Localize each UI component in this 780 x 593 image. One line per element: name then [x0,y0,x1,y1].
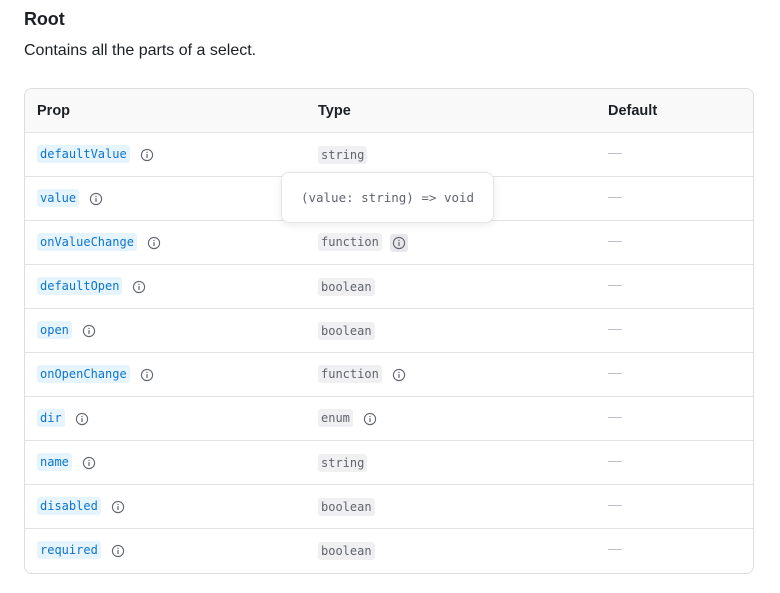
default-cell: — [596,176,753,221]
prop-name: defaultValue [37,144,130,163]
default-value: — [608,539,622,556]
prop-cell: dir [25,396,306,441]
table-row: onOpenChange function — [25,352,753,397]
table-row: name string — [25,440,753,485]
prop-name: dir [37,408,65,427]
prop-cell: defaultOpen [25,264,306,309]
section-description: Contains all the parts of a select. [24,42,257,59]
type-value: enum [318,408,353,427]
table-row: onValueChange function — [25,220,753,265]
info-icon[interactable] [109,498,127,516]
type-info-icon[interactable] [390,366,408,384]
prop-cell: disabled [25,484,306,529]
default-value: — [608,187,622,204]
prop-name: onOpenChange [37,364,130,383]
type-info-icon[interactable] [389,233,408,252]
page: Root Contains all the parts of a select.… [0,0,780,593]
default-value: — [608,451,622,468]
type-cell: function [306,352,596,397]
prop-name: disabled [37,496,101,515]
default-cell: — [596,484,753,529]
info-icon[interactable] [80,322,98,340]
header-default: Default [596,89,753,133]
table-row: defaultOpen boolean — [25,264,753,309]
header-prop: Prop [25,89,306,133]
info-icon[interactable] [145,234,163,252]
default-value: — [608,319,622,336]
default-value: — [608,231,622,248]
prop-name: required [37,540,101,559]
type-cell: enum [306,396,596,441]
table-row: disabled boolean — [25,484,753,529]
type-cell: string [306,132,596,177]
type-cell: string [306,440,596,485]
type-value: boolean [318,497,375,516]
props-table: Prop Type Default defaultValue string — val… [24,88,754,574]
table-row: open boolean — [25,308,753,353]
prop-name: open [37,320,72,339]
type-value: string [318,453,368,472]
type-cell: boolean [306,264,596,309]
default-cell: — [596,308,753,353]
info-icon[interactable] [73,410,91,428]
default-cell: — [596,529,753,573]
type-value: string [318,145,368,164]
type-value: function [318,232,382,251]
section-title: Root [24,9,65,29]
type-value: boolean [318,541,375,560]
type-cell: function [306,220,596,265]
type-value: boolean [318,321,375,340]
info-icon[interactable] [87,190,105,208]
default-cell: — [596,132,753,177]
type-cell: boolean [306,529,596,573]
header-type: Type [306,89,596,133]
default-cell: — [596,352,753,397]
info-icon[interactable] [130,278,148,296]
default-cell: — [596,440,753,485]
default-value: — [608,363,622,380]
table-row: defaultValue string — [25,132,753,177]
default-cell: — [596,396,753,441]
default-value: — [608,143,622,160]
prop-name: name [37,452,72,471]
prop-cell: open [25,308,306,353]
info-icon[interactable] [109,542,127,560]
info-icon[interactable] [138,146,156,164]
type-value: boolean [318,277,375,296]
prop-cell: onOpenChange [25,352,306,397]
type-cell: boolean [306,484,596,529]
type-value: function [318,364,382,383]
default-value: — [608,275,622,292]
prop-name: onValueChange [37,232,137,251]
table-row: dir enum — [25,396,753,441]
table-header-row: Prop Type Default [25,89,753,133]
prop-name: defaultOpen [37,276,123,295]
default-value: — [608,495,622,512]
info-icon[interactable] [80,454,98,472]
type-info-icon[interactable] [361,410,379,428]
table-row: required boolean — [25,529,753,573]
prop-cell: value [25,176,306,221]
type-cell: boolean [306,308,596,353]
prop-cell: onValueChange [25,220,306,265]
default-cell: — [596,220,753,265]
default-cell: — [596,264,753,309]
prop-cell: required [25,529,306,573]
prop-name: value [37,188,80,207]
prop-cell: defaultValue [25,132,306,177]
info-icon[interactable] [138,366,156,384]
type-tooltip: (value: string) => void [281,172,494,223]
prop-cell: name [25,440,306,485]
default-value: — [608,407,622,424]
